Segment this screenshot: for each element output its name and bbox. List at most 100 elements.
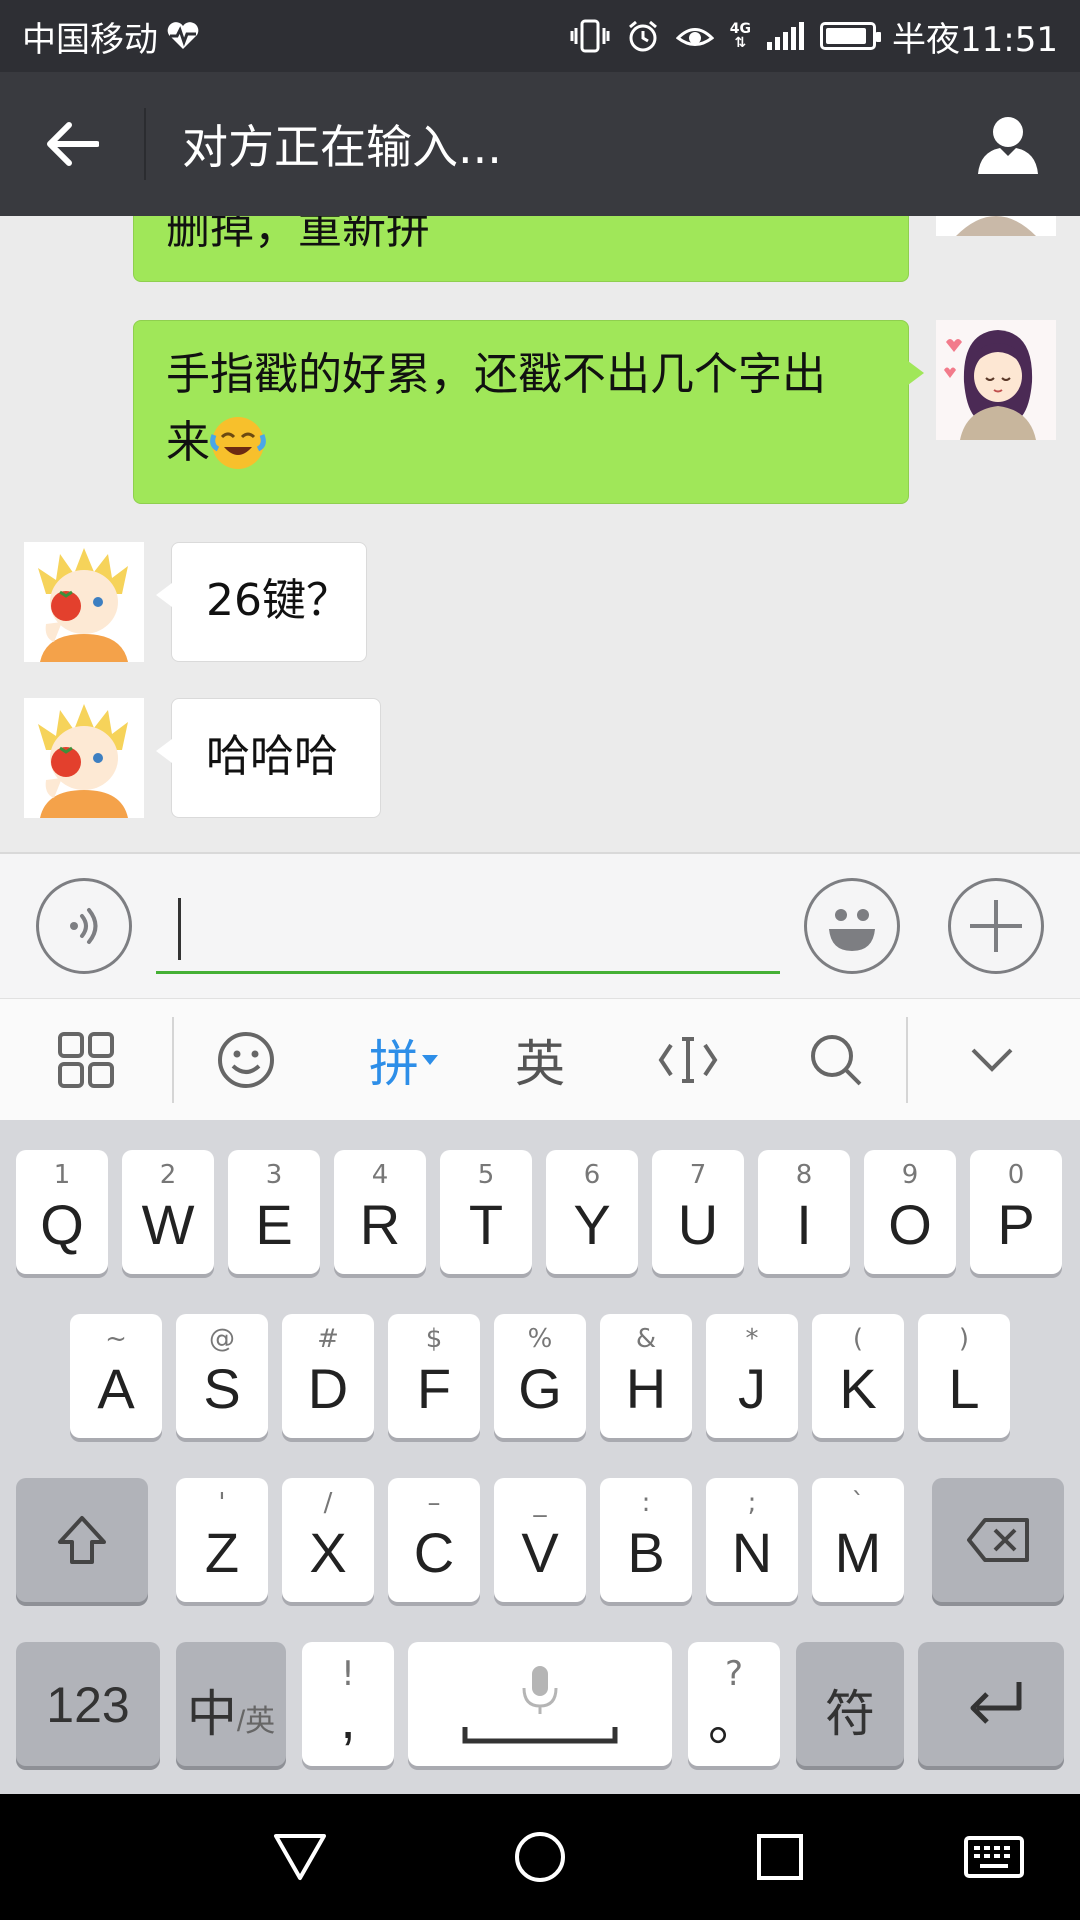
backspace-key[interactable]	[932, 1478, 1064, 1602]
key-u[interactable]: 7U	[652, 1150, 744, 1274]
hide-keyboard-button[interactable]	[932, 999, 1052, 1121]
message-text-input[interactable]	[156, 890, 780, 974]
key-p[interactable]: 0P	[970, 1150, 1062, 1274]
shift-key[interactable]	[16, 1478, 148, 1602]
ime-menu-button[interactable]	[26, 999, 146, 1121]
key-a[interactable]: ~ A	[70, 1314, 162, 1438]
period-label: 。	[707, 1694, 760, 1752]
key-i[interactable]: 8I	[758, 1150, 850, 1274]
person-icon	[978, 117, 1038, 174]
message-text: 哈哈哈	[206, 731, 338, 782]
key-j[interactable]: * J	[706, 1314, 798, 1438]
text-caret	[178, 898, 181, 960]
battery-icon	[820, 22, 882, 50]
key-o[interactable]: 9O	[864, 1150, 956, 1274]
nav-keyboard-button[interactable]	[924, 1794, 1064, 1920]
message-text: 手指戳的好累，还戳不出几个字出	[166, 349, 826, 400]
key-label: Z	[204, 1521, 240, 1584]
numeric-mode-key[interactable]: 123	[16, 1642, 160, 1766]
space-key[interactable]	[408, 1642, 672, 1766]
key-k[interactable]: (K	[812, 1314, 904, 1438]
avatar-self[interactable]	[936, 216, 1056, 236]
key-alt-label: $	[425, 1324, 443, 1354]
key-c[interactable]: – C	[388, 1478, 480, 1602]
key-alt-label: 9	[901, 1160, 919, 1190]
message-bubble-outgoing[interactable]: 手指戳的好累，还戳不出几个字出 来	[133, 320, 924, 504]
nav-home-button[interactable]	[470, 1794, 610, 1920]
key-label: W	[141, 1193, 195, 1256]
title-divider	[144, 108, 146, 180]
voice-input-button[interactable]	[36, 878, 132, 974]
shift-arrow-icon	[58, 1516, 106, 1564]
ime-toolbar: 拼 英	[0, 998, 1080, 1120]
toolbar-divider	[172, 1017, 174, 1103]
key-label: O	[888, 1193, 932, 1256]
key-b[interactable]: :B	[600, 1478, 692, 1602]
network-type-icon: 4G ⇅	[729, 21, 752, 51]
key-q[interactable]: 1Q	[16, 1150, 108, 1274]
page-title: 对方正在输入...	[182, 120, 502, 174]
key-alt-label: ~	[105, 1324, 127, 1354]
key-m[interactable]: ` M	[812, 1478, 904, 1602]
key-label: L	[948, 1357, 980, 1420]
key-label: C	[413, 1521, 455, 1584]
ime-search-button[interactable]	[776, 999, 896, 1121]
symbols-key[interactable]: 符	[796, 1642, 904, 1766]
key-w[interactable]: 2W	[122, 1150, 214, 1274]
key-v[interactable]: _ V	[494, 1478, 586, 1602]
key-alt-label: '	[218, 1488, 226, 1518]
key-label: S	[203, 1357, 241, 1420]
key-t[interactable]: 5T	[440, 1150, 532, 1274]
smiley-icon	[829, 909, 875, 951]
key-alt-label: 2	[159, 1160, 177, 1190]
message-bubble-incoming[interactable]: 26键？	[156, 542, 367, 662]
enter-key[interactable]	[918, 1642, 1064, 1766]
nav-recents-button[interactable]	[710, 1794, 850, 1920]
key-x[interactable]: / X	[282, 1478, 374, 1602]
space-bar-icon	[462, 1727, 618, 1744]
key-label: Y	[573, 1193, 611, 1256]
nav-back-button[interactable]	[230, 1794, 370, 1920]
chat-header: 对方正在输入...	[0, 72, 1080, 216]
key-e[interactable]: 3E	[228, 1150, 320, 1274]
square-recents-icon	[757, 1834, 803, 1880]
avatar-self[interactable]	[936, 320, 1056, 440]
key-alt-label: 4	[371, 1160, 389, 1190]
key-d[interactable]: # D	[282, 1314, 374, 1438]
ime-cursor-button[interactable]	[628, 999, 748, 1121]
key-s[interactable]: @ S	[176, 1314, 268, 1438]
ime-emoji-button[interactable]	[186, 999, 306, 1121]
key-g[interactable]: % G	[494, 1314, 586, 1438]
key-alt-label: `	[851, 1488, 865, 1518]
key-label: K	[839, 1357, 877, 1420]
back-button[interactable]	[0, 72, 144, 216]
key-label: U	[677, 1193, 719, 1256]
key-r[interactable]: 4R	[334, 1150, 426, 1274]
key-alt-label: @	[209, 1324, 235, 1354]
heart-rate-icon	[166, 21, 200, 51]
language-switch-key[interactable]: 中/英	[176, 1642, 286, 1766]
key-f[interactable]: $ F	[388, 1314, 480, 1438]
avatar-contact[interactable]	[24, 698, 144, 818]
ime-pinyin-mode-button[interactable]: 拼	[344, 999, 464, 1121]
comma-key[interactable]: ! ,	[302, 1642, 394, 1766]
key-z[interactable]: ' Z	[176, 1478, 268, 1602]
ime-english-mode-button[interactable]: 英	[480, 999, 600, 1121]
key-alt-label: 5	[477, 1160, 495, 1190]
key-y[interactable]: 6Y	[546, 1150, 638, 1274]
key-alt-label: 7	[689, 1160, 707, 1190]
emoji-button[interactable]	[804, 878, 900, 974]
system-navigation-bar	[0, 1794, 1080, 1920]
key-h[interactable]: & H	[600, 1314, 692, 1438]
message-list[interactable]: 删掉，重新拼 手指戳的好累，还戳不出几个字出 来 26键？ 哈哈哈	[0, 216, 1080, 852]
message-bubble-outgoing[interactable]: 删掉，重新拼	[133, 216, 909, 282]
key-l[interactable]: ) L	[918, 1314, 1010, 1438]
message-bubble-incoming[interactable]: 哈哈哈	[156, 698, 381, 818]
eye-comfort-icon	[675, 21, 714, 51]
chat-info-button[interactable]	[936, 72, 1080, 216]
key-label: I	[796, 1193, 812, 1256]
more-actions-button[interactable]	[948, 878, 1044, 974]
avatar-contact[interactable]	[24, 542, 144, 662]
key-n[interactable]: ; N	[706, 1478, 798, 1602]
period-key[interactable]: ? 。	[688, 1642, 780, 1766]
